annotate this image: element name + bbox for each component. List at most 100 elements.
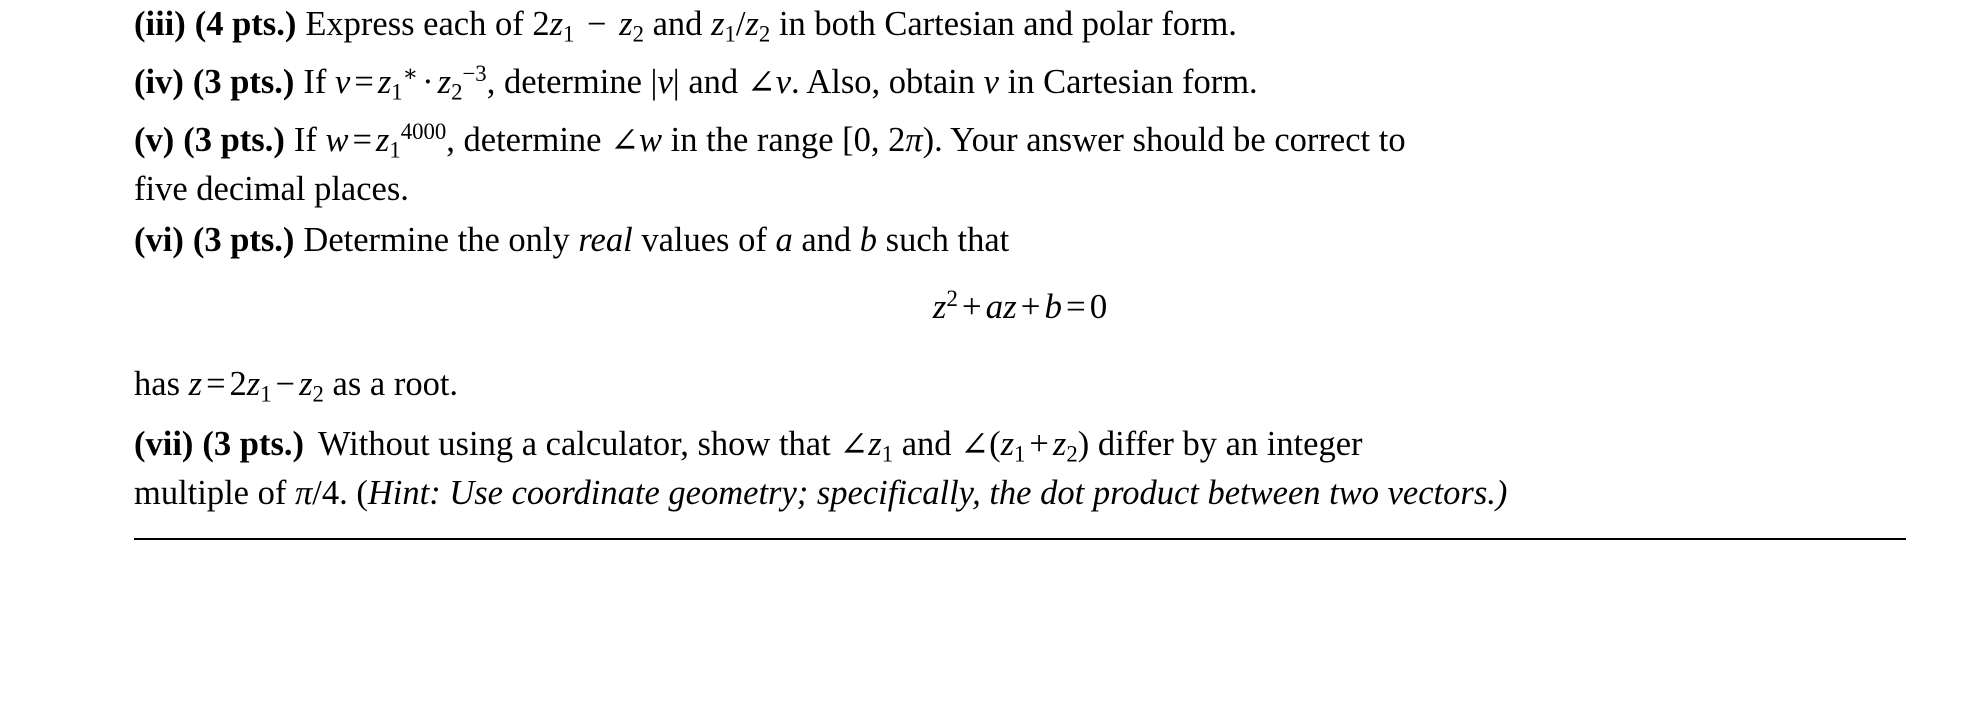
equation-quadratic: z2 + az + b = 0 bbox=[933, 285, 1108, 329]
has-sub-2: 2 bbox=[312, 381, 324, 407]
v-exponent-4000: 4000 bbox=[400, 119, 447, 145]
vii-pi: π bbox=[294, 474, 313, 512]
has-sub-1: 1 bbox=[260, 381, 272, 407]
vi-emphasis-real: real bbox=[578, 221, 633, 259]
iii-minus: − bbox=[578, 5, 616, 43]
vii-var-z1b: z bbox=[1000, 425, 1015, 463]
vii-paren-open: ( bbox=[989, 425, 1001, 463]
iii-sub-4: 2 bbox=[758, 21, 771, 47]
vii-var-z: z bbox=[868, 425, 882, 463]
item-label-iv: (iv) bbox=[134, 63, 184, 101]
iv-var-v: v bbox=[335, 63, 351, 101]
item-label-v: (v) bbox=[134, 121, 175, 159]
vi-var-b: b bbox=[859, 221, 878, 259]
vii-plus: + bbox=[1029, 425, 1049, 463]
vii-line-2: multiple of π/4. (Hint: Use coordinate g… bbox=[134, 469, 1906, 518]
vii-paren-close: ) bbox=[1077, 425, 1090, 463]
iv-exponent: −3 bbox=[462, 61, 487, 87]
has-word: has bbox=[134, 365, 189, 403]
v-range-open: in the range [0, 2 bbox=[662, 121, 906, 159]
has-minus: − bbox=[275, 365, 296, 403]
iii-sub-2: 2 bbox=[632, 21, 644, 47]
angle-icon: ∠ bbox=[960, 426, 990, 464]
eq-var-a: a bbox=[985, 287, 1004, 326]
item-label-vii: (vii) bbox=[134, 425, 194, 463]
v-range-close: ). Your answer should be correct to bbox=[922, 121, 1406, 159]
vii-slash-4: /4. ( bbox=[312, 474, 368, 512]
iv-if: If bbox=[303, 63, 336, 101]
v-sub-1: 1 bbox=[389, 137, 401, 163]
v-pi: π bbox=[905, 121, 923, 159]
vii-frag-2: and bbox=[893, 425, 961, 463]
document-page: (iii) (4 pts.) Express each of 2z1 − z2 an… bbox=[0, 0, 1962, 708]
eq-var-z-2: z bbox=[1003, 287, 1017, 326]
iv-middot: · bbox=[422, 63, 434, 101]
has-var-z2: z bbox=[299, 365, 313, 403]
v-line-2: five decimal places. bbox=[134, 170, 409, 208]
eq-zero: 0 bbox=[1089, 287, 1108, 326]
vii-var-z2b: z bbox=[1052, 425, 1067, 463]
angle-icon: ∠ bbox=[746, 64, 776, 102]
v-angle-var-w: w bbox=[639, 121, 663, 159]
iv-abs-close: | bbox=[672, 63, 680, 101]
item-points-v: (3 pts.) bbox=[183, 121, 285, 159]
vii-sub-1: 1 bbox=[881, 441, 894, 467]
angle-icon: ∠ bbox=[610, 122, 640, 160]
item-text-iii: Express each of 2z1 − z2 and z1/z2 in bo… bbox=[305, 5, 1237, 47]
iv-and: and bbox=[679, 63, 747, 101]
display-equation-block: z2 + az + b = 0 bbox=[134, 285, 1906, 329]
vi-frag-3: and bbox=[792, 221, 860, 259]
iii-sub-3: 1 bbox=[724, 21, 736, 47]
iv-var-v-last: v bbox=[983, 63, 999, 101]
iv-equals: = bbox=[354, 63, 374, 101]
item-points-iii: (4 pts.) bbox=[194, 5, 297, 43]
problem-item-iii: (iii) (4 pts.) Express each of 2z1 − z2 an… bbox=[134, 0, 1906, 49]
iii-frag-1: Express each of 2 bbox=[305, 5, 550, 43]
iv-angle-var: v bbox=[775, 63, 792, 101]
problem-item-iv: (iv) (3 pts.) If v = z1∗ · z2−3, determine |v|… bbox=[134, 58, 1906, 107]
item-text-vii: Without using a calculator, show that ∠z… bbox=[318, 425, 1363, 467]
vii-multiple-of: multiple of bbox=[134, 474, 295, 512]
vi-frag-1: Determine the only bbox=[303, 221, 579, 259]
vii-hint-paren-close: ) bbox=[1495, 474, 1508, 512]
v-equals: = bbox=[352, 121, 372, 159]
vi-frag-4: such that bbox=[877, 221, 1010, 259]
root-statement: has z = 2z1− z2 as a root. bbox=[134, 360, 1906, 409]
item-label-iii: (iii) bbox=[134, 5, 186, 43]
item-text-vi: Determine the only real values of a and … bbox=[303, 221, 1009, 259]
eq-var-z: z bbox=[932, 287, 947, 326]
vii-sub-1b: 1 bbox=[1014, 441, 1026, 467]
vii-frag-1: Without using a calculator, show that bbox=[318, 425, 840, 463]
iii-var-z4: z bbox=[745, 5, 759, 43]
item-points-vi: (3 pts.) bbox=[192, 221, 295, 259]
v-var-w: w bbox=[325, 121, 349, 159]
has-coefficient-2: 2 bbox=[229, 365, 247, 403]
iii-sub-1: 1 bbox=[563, 21, 575, 47]
item-text-v: If w = z14000, determine ∠w in the range [… bbox=[293, 119, 1406, 163]
v-determine: , determine bbox=[446, 121, 611, 159]
eq-var-b: b bbox=[1044, 287, 1063, 326]
eq-plus-2: + bbox=[1020, 287, 1041, 326]
iii-and: and bbox=[643, 5, 712, 43]
vii-hint-label: Hint: bbox=[367, 474, 441, 512]
problem-item-vi: (vi) (3 pts.) Determine the only real valu… bbox=[134, 216, 1906, 265]
v-if: If bbox=[293, 121, 326, 159]
has-var-z: z bbox=[188, 365, 203, 403]
iv-var-z1: z bbox=[377, 63, 392, 101]
angle-icon: ∠ bbox=[839, 426, 869, 464]
iii-var-z3: z bbox=[711, 5, 725, 43]
iii-tail: in both Cartesian and polar form. bbox=[770, 5, 1237, 43]
vi-frag-2: values of bbox=[632, 221, 776, 259]
iv-var-z2: z bbox=[437, 63, 452, 101]
item-points-iv: (3 pts.) bbox=[192, 63, 295, 101]
eq-plus-1: + bbox=[961, 287, 982, 326]
iv-tail: in Cartesian form. bbox=[998, 63, 1258, 101]
horizontal-rule bbox=[134, 538, 1906, 540]
iii-var-z2: z bbox=[619, 5, 633, 43]
vi-var-a: a bbox=[775, 221, 793, 259]
eq-equals: = bbox=[1066, 287, 1086, 326]
vii-frag-3: differ by an integer bbox=[1089, 425, 1363, 463]
item-points-vii: (3 pts.) bbox=[202, 425, 304, 463]
iv-determine: , determine bbox=[486, 63, 651, 101]
vii-hint-text: Use coordinate geometry; specifically, t… bbox=[440, 474, 1496, 512]
